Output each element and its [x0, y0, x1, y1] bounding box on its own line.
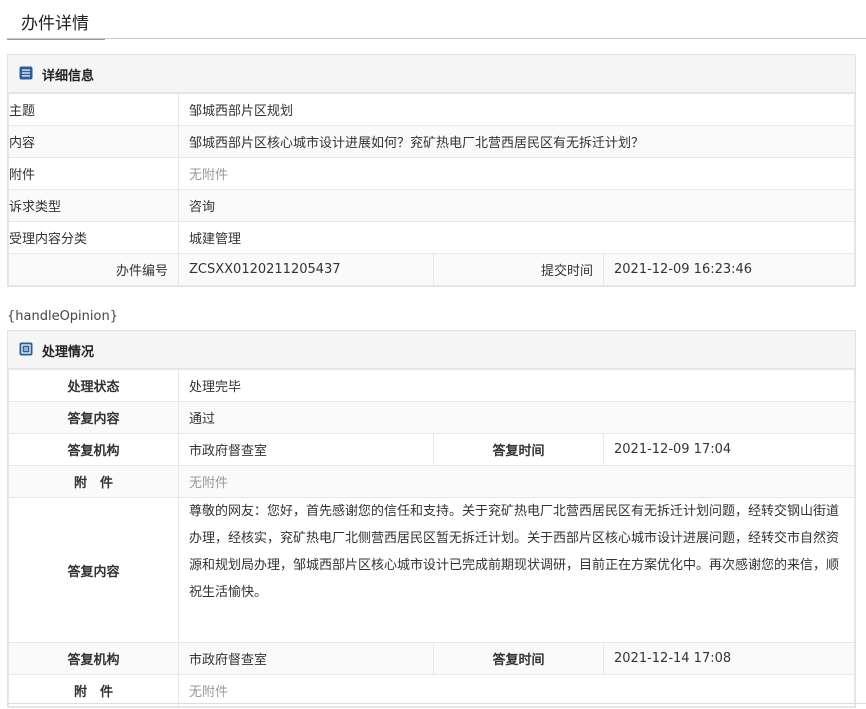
- status-value: 处理完毕: [178, 369, 855, 402]
- table-row: 附 件 无附件: [8, 674, 855, 707]
- row-label: 内容: [8, 125, 179, 158]
- row-label: 主题: [8, 93, 179, 126]
- reply-org-label: 答复机构: [8, 642, 179, 675]
- submit-time-label: 提交时间: [433, 253, 604, 286]
- row-value: 咨询: [178, 189, 855, 222]
- case-number-value: ZCSXX0120211205437: [178, 253, 434, 286]
- row-value: 邹城西部片区规划: [178, 93, 855, 126]
- detail-section: 详细信息 主题 邹城西部片区规划 内容 邹城西部片区核心城市设计进展如何？兖矿热…: [7, 54, 856, 287]
- row-label: 诉求类型: [8, 189, 179, 222]
- table-row: 答复内容 通过: [8, 401, 855, 434]
- table-row: 办件编号 ZCSXX0120211205437 提交时间 2021-12-09 …: [8, 253, 855, 286]
- reply-time-value: 2021-12-09 17:04: [603, 433, 855, 466]
- table-row: 诉求类型 咨询: [8, 189, 855, 222]
- reply-time-value: 2021-12-14 17:08: [603, 642, 855, 675]
- table-row: 附件 无附件: [8, 157, 855, 190]
- page-title: 办件详情: [21, 14, 89, 34]
- row-label: 受理内容分类: [8, 221, 179, 254]
- reply-org-label: 答复机构: [8, 433, 179, 466]
- attachment-value: 无附件: [178, 674, 855, 707]
- attachment-label: 附 件: [8, 465, 179, 498]
- attachment-value: 无附件: [178, 465, 855, 498]
- reply-label: 答复内容: [8, 401, 179, 434]
- handling-section: 处理情况 处理状态 处理完毕 答复内容 通过 答复机构 市政府督查室 答复时间 …: [7, 330, 856, 708]
- attachment-label: 附 件: [8, 674, 179, 707]
- reply-label: 答复内容: [8, 497, 179, 643]
- table-row: 附 件 无附件: [8, 465, 855, 498]
- reply-org-value: 市政府督查室: [178, 642, 434, 675]
- handle-opinion-placeholder: {handleOpinion}: [7, 309, 118, 324]
- reply-content-text: 尊敬的网友：您好，首先感谢您的信任和支持。关于兖矿热电厂北营西居民区有无拆迁计划…: [178, 497, 855, 643]
- table-row: 处理状态 处理完毕: [8, 369, 855, 402]
- table-row: 内容 邹城西部片区核心城市设计进展如何？兖矿热电厂北营西居民区有无拆迁计划？: [8, 125, 855, 158]
- row-label: 附件: [8, 157, 179, 190]
- attachment-value: 无附件: [178, 157, 855, 190]
- table-row: 答复机构 市政府督查室 答复时间 2021-12-14 17:08: [8, 642, 855, 675]
- reply-value: 通过: [178, 401, 855, 434]
- row-value: 邹城西部片区核心城市设计进展如何？兖矿热电厂北营西居民区有无拆迁计划？: [178, 125, 855, 158]
- row-value: 城建管理: [178, 221, 855, 254]
- table-row: 受理内容分类 城建管理: [8, 221, 855, 254]
- handling-header: 处理情况: [8, 331, 855, 369]
- list-icon: [19, 66, 33, 80]
- detail-header: 详细信息: [8, 55, 855, 93]
- handling-table: 处理状态 处理完毕 答复内容 通过 答复机构 市政府督查室 答复时间 2021-…: [8, 369, 855, 707]
- reply-time-label: 答复时间: [433, 433, 604, 466]
- case-number-label: 办件编号: [8, 253, 179, 286]
- handling-title: 处理情况: [42, 345, 95, 360]
- tab-divider: [7, 38, 866, 39]
- status-label: 处理状态: [8, 369, 179, 402]
- bottom-divider: [7, 703, 866, 704]
- page-tab[interactable]: 办件详情: [7, 0, 105, 40]
- document-icon: [19, 342, 33, 356]
- table-row: 主题 邹城西部片区规划: [8, 93, 855, 126]
- table-row: 答复内容 尊敬的网友：您好，首先感谢您的信任和支持。关于兖矿热电厂北营西居民区有…: [8, 497, 855, 643]
- table-row: 答复机构 市政府督查室 答复时间 2021-12-09 17:04: [8, 433, 855, 466]
- submit-time-value: 2021-12-09 16:23:46: [603, 253, 855, 286]
- detail-table: 主题 邹城西部片区规划 内容 邹城西部片区核心城市设计进展如何？兖矿热电厂北营西…: [8, 93, 855, 286]
- reply-org-value: 市政府督查室: [178, 433, 434, 466]
- reply-time-label: 答复时间: [433, 642, 604, 675]
- detail-title: 详细信息: [42, 69, 95, 84]
